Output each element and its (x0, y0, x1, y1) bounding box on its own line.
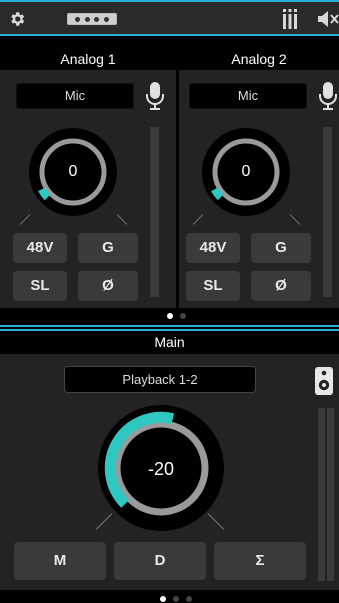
volume-value: -20 (147, 459, 174, 479)
microphone-icon[interactable] (318, 82, 338, 110)
mute-button[interactable]: M (14, 542, 106, 580)
stereo-link-button-ch2[interactable]: SL (186, 271, 240, 301)
accent-line (0, 329, 339, 331)
page-dot-active (167, 313, 173, 319)
channel-title-analog-2: Analog 2 (179, 50, 339, 69)
sum-button[interactable]: Σ (214, 542, 306, 580)
accent-line (0, 325, 339, 327)
gain-button-ch1[interactable]: G (78, 233, 138, 263)
top-toolbar (0, 0, 339, 36)
page-dot-active (160, 596, 166, 602)
input-meter-ch1 (150, 127, 159, 297)
accent-line (0, 0, 339, 2)
phantom-power-button-ch2[interactable]: 48V (186, 233, 240, 263)
phase-button-ch2[interactable]: Ø (251, 271, 311, 301)
gain-button-ch2[interactable]: G (251, 233, 311, 263)
output-select[interactable]: Playback 1-2 (64, 366, 256, 393)
page-dot (186, 596, 192, 602)
input-meter-ch2 (323, 127, 332, 297)
phase-button-ch1[interactable]: Ø (78, 271, 138, 301)
accent-line (0, 34, 339, 36)
page-dot (173, 596, 179, 602)
dim-button[interactable]: D (114, 542, 206, 580)
page-dot (180, 313, 186, 319)
device-icon[interactable] (67, 13, 117, 25)
monitor-speaker-icon[interactable] (314, 367, 334, 395)
device-dot (103, 16, 109, 22)
main-page-indicator[interactable] (160, 596, 192, 602)
stereo-link-button-ch1[interactable]: SL (13, 271, 67, 301)
channel-page-indicator[interactable] (167, 313, 186, 319)
phantom-power-button-ch1[interactable]: 48V (13, 233, 67, 263)
speaker-mute-icon[interactable] (318, 10, 339, 28)
mixer-icon[interactable] (282, 9, 298, 29)
main-title: Main (0, 332, 339, 353)
gain-value-ch2: 0 (241, 163, 251, 180)
device-dot (94, 16, 100, 22)
device-dot (75, 16, 81, 22)
microphone-icon[interactable] (145, 82, 165, 110)
gain-value-ch1: 0 (68, 163, 78, 180)
output-meter-right (327, 408, 334, 581)
source-select-ch1[interactable]: Mic (16, 83, 134, 109)
channel-title-analog-1: Analog 1 (0, 50, 176, 69)
output-meter-left (318, 408, 325, 581)
gear-icon[interactable] (8, 10, 26, 28)
source-select-ch2[interactable]: Mic (189, 83, 307, 109)
device-dot (84, 16, 90, 22)
